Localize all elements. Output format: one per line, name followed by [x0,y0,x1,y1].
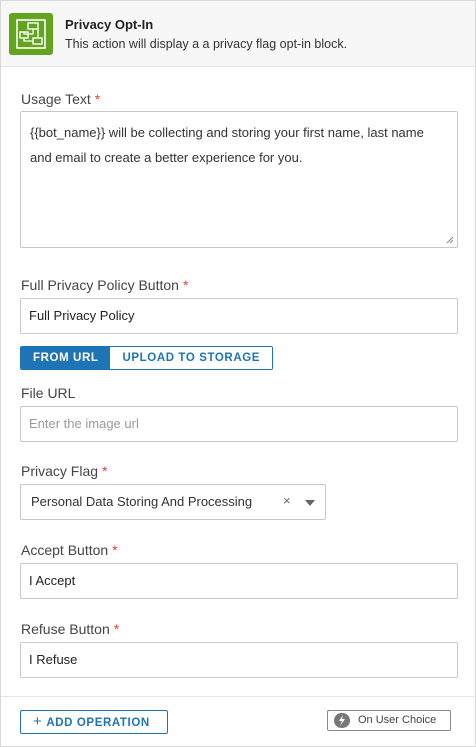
refuse-button-field[interactable]: I Refuse [20,642,458,678]
policy-button-field[interactable]: Full Privacy Policy [20,298,458,334]
refuse-button-label: Refuse Button * [21,621,120,637]
privacy-opt-in-panel: Privacy Opt-In This action will display … [0,0,476,747]
usage-text-value: {{bot_name}} will be collecting and stor… [30,125,424,165]
footer-divider [1,696,475,697]
file-url-label: File URL [21,385,76,401]
privacy-flag-select[interactable]: Personal Data Storing And Processing × [20,484,326,520]
resize-handle-icon[interactable] [446,236,454,244]
plus-icon: + [33,713,43,730]
flowchart-icon [9,13,53,55]
accept-button-label: Accept Button * [21,542,118,558]
policy-button-label: Full Privacy Policy Button * [21,277,189,293]
on-user-choice-label: On User Choice [358,714,437,726]
panel-subtitle: This action will display a a privacy fla… [65,37,348,51]
tab-upload-to-storage[interactable]: UPLOAD TO STORAGE [110,347,273,369]
required-marker: * [102,463,108,479]
lightning-icon [334,713,350,728]
privacy-flag-value: Personal Data Storing And Processing [31,494,253,509]
panel-title: Privacy Opt-In [65,17,154,32]
required-marker: * [113,621,120,637]
privacy-flag-label: Privacy Flag * [21,463,108,479]
required-marker: * [112,542,118,558]
clear-icon[interactable]: × [283,493,291,508]
on-user-choice-badge[interactable]: On User Choice [327,710,451,731]
tab-from-url[interactable]: FROM URL [21,347,111,369]
accept-button-field[interactable]: I Accept [20,563,458,599]
add-operation-label: ADD OPERATION [46,717,150,729]
panel-header: Privacy Opt-In This action will display … [1,1,475,67]
source-toggle: FROM URL UPLOAD TO STORAGE [20,346,274,370]
usage-text-label: Usage Text * [21,91,101,107]
required-marker: * [94,91,101,107]
usage-text-field[interactable]: {{bot_name}} will be collecting and stor… [20,111,458,248]
chevron-down-icon[interactable] [305,500,315,506]
required-marker: * [182,277,189,293]
file-url-input[interactable]: Enter the image url [20,406,458,442]
add-operation-button[interactable]: + ADD OPERATION [20,710,168,734]
